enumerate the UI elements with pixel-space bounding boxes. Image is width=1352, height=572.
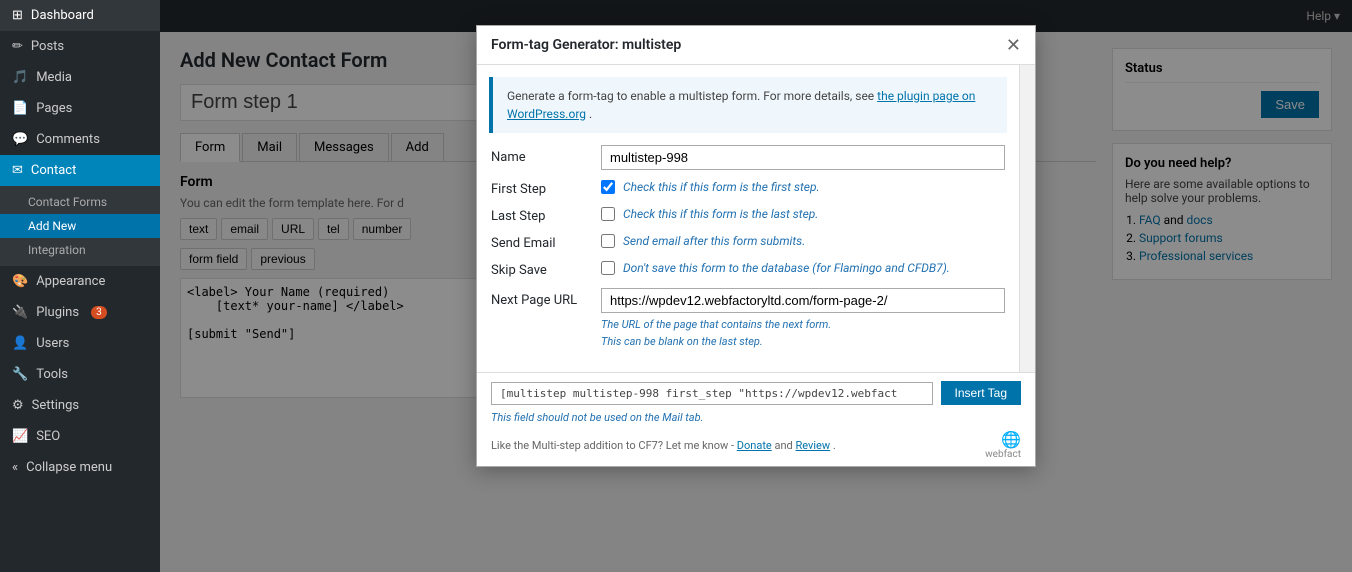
pages-icon: 📄 [12, 101, 28, 116]
webfact-logo: 🌐 webfact [985, 430, 1021, 460]
footer-bottom: Like the Multi-step addition to CF7? Let… [491, 430, 1021, 460]
modal-body: Generate a form-tag to enable a multiste… [477, 65, 1035, 372]
comments-icon: 💬 [12, 132, 28, 147]
modal-next-page-url-input[interactable] [601, 288, 1005, 313]
posts-icon: ✏ [12, 39, 23, 54]
modal-last-step-row: Last Step Check this if this form is the… [491, 207, 1005, 224]
modal-url-hint: The URL of the page that contains the ne… [601, 317, 1005, 350]
sidebar-item-contact[interactable]: ✉ Contact [0, 155, 160, 186]
users-icon: 👤 [12, 336, 28, 351]
dashboard-icon: ⊞ [12, 8, 23, 23]
modal-skip-save-row: Skip Save Don't save this form to the da… [491, 261, 1005, 278]
modal-footer: Insert Tag This field should not be used… [477, 372, 1035, 466]
modal-overlay: Form-tag Generator: multistep ✕ Generate… [160, 0, 1352, 572]
media-icon: 🎵 [12, 70, 28, 85]
modal-header: Form-tag Generator: multistep ✕ [477, 26, 1035, 65]
tag-output-input[interactable] [491, 382, 933, 405]
modal-title: Form-tag Generator: multistep [491, 37, 681, 53]
sidebar-item-plugins[interactable]: 🔌 Plugins 3 [0, 297, 160, 328]
contact-icon: ✉ [12, 163, 23, 178]
plugins-icon: 🔌 [12, 305, 28, 320]
sidebar-item-pages[interactable]: 📄 Pages [0, 93, 160, 124]
sidebar-item-posts[interactable]: ✏ Posts [0, 31, 160, 62]
modal-name-label: Name [491, 150, 601, 165]
sidebar: ⊞ Dashboard ✏ Posts 🎵 Media 📄 Pages 💬 Co… [0, 0, 160, 572]
mail-warning: This field should not be used on the Mai… [491, 411, 1021, 424]
settings-icon: ⚙ [12, 398, 24, 413]
modal-last-step-label: Last Step [491, 207, 601, 224]
main-content: Help ▾ Add New Contact Form Form Mail Me… [160, 0, 1352, 572]
sidebar-item-settings[interactable]: ⚙ Settings [0, 390, 160, 421]
modal-last-step-checkbox[interactable] [601, 207, 615, 221]
sidebar-item-add-new[interactable]: Add New [0, 214, 160, 238]
insert-tag-button[interactable]: Insert Tag [941, 381, 1021, 405]
seo-icon: 📈 [12, 429, 28, 444]
collapse-icon: « [12, 460, 18, 475]
sidebar-item-collapse[interactable]: « Collapse menu [0, 452, 160, 483]
sidebar-item-media[interactable]: 🎵 Media [0, 62, 160, 93]
modal-skip-save-label: Skip Save [491, 261, 601, 278]
modal-name-row: Name [491, 145, 1005, 170]
modal-first-step-checkbox[interactable] [601, 180, 615, 194]
modal-scrollbar[interactable] [1019, 65, 1035, 372]
tools-icon: 🔧 [12, 367, 28, 382]
modal: Form-tag Generator: multistep ✕ Generate… [476, 25, 1036, 467]
modal-name-input[interactable] [601, 145, 1005, 170]
modal-send-email-row: Send Email Send email after this form su… [491, 234, 1005, 251]
sidebar-item-comments[interactable]: 💬 Comments [0, 124, 160, 155]
sidebar-item-appearance[interactable]: 🎨 Appearance [0, 266, 160, 297]
modal-close-button[interactable]: ✕ [1006, 36, 1021, 54]
sidebar-item-tools[interactable]: 🔧 Tools [0, 359, 160, 390]
sidebar-item-integration[interactable]: Integration [0, 238, 160, 262]
modal-skip-save-checkbox[interactable] [601, 261, 615, 275]
modal-send-email-text: Send email after this form submits. [623, 234, 805, 248]
sidebar-item-contact-forms[interactable]: Contact Forms [0, 190, 160, 214]
sidebar-item-seo[interactable]: 📈 SEO [0, 421, 160, 452]
modal-next-page-url-row: Next Page URL The URL of the page that c… [491, 288, 1005, 350]
modal-first-step-label: First Step [491, 180, 601, 197]
modal-first-step-row: First Step Check this if this form is th… [491, 180, 1005, 197]
sidebar-item-dashboard[interactable]: ⊞ Dashboard [0, 0, 160, 31]
footer-review-link[interactable]: Review [795, 439, 830, 452]
modal-info-bar: Generate a form-tag to enable a multiste… [489, 77, 1007, 133]
appearance-icon: 🎨 [12, 274, 28, 289]
footer-donate-link[interactable]: Donate [737, 439, 772, 452]
modal-form: Name First Step Check this if this form … [477, 145, 1019, 372]
modal-send-email-label: Send Email [491, 234, 601, 251]
plugins-badge: 3 [91, 306, 107, 319]
modal-next-page-url-label: Next Page URL [491, 288, 601, 308]
modal-last-step-text: Check this if this form is the last step… [623, 207, 818, 221]
sidebar-item-users[interactable]: 👤 Users [0, 328, 160, 359]
modal-first-step-text: Check this if this form is the first ste… [623, 180, 820, 194]
modal-skip-save-text: Don't save this form to the database (fo… [623, 261, 950, 275]
modal-send-email-checkbox[interactable] [601, 234, 615, 248]
sidebar-sub-contact: Contact Forms Add New Integration [0, 186, 160, 266]
tag-output-row: Insert Tag [491, 381, 1021, 405]
